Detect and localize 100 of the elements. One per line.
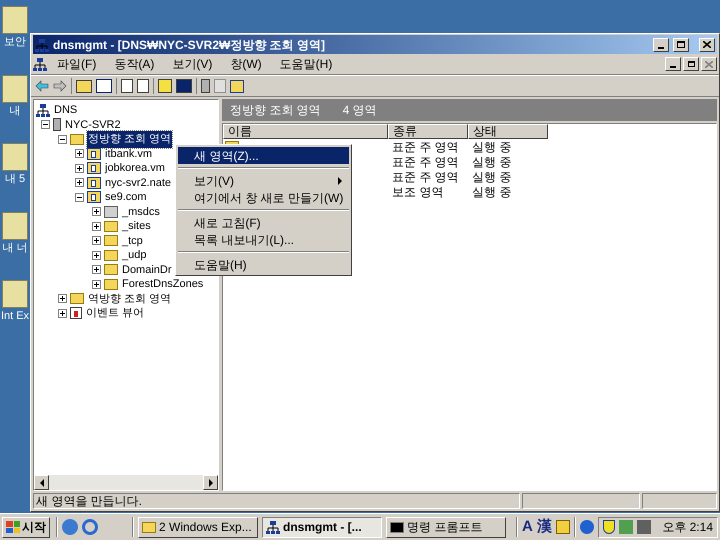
close-x-icon <box>705 60 713 68</box>
folder-icon <box>104 235 118 246</box>
context-menu-item[interactable]: 도움말(H) <box>178 256 349 273</box>
expand-toggle[interactable] <box>92 250 101 260</box>
zone-folder-icon <box>87 191 101 204</box>
server-icon <box>53 118 61 132</box>
table-cell-text: 실행 중 <box>471 138 512 156</box>
table-cell-text: 실행 중 <box>471 154 512 170</box>
tree-item[interactable]: 이벤트 뷰어 <box>85 305 146 322</box>
tree-item[interactable]: se9.com <box>104 189 148 206</box>
close-button[interactable] <box>699 38 715 52</box>
windows-logo-icon <box>6 521 20 533</box>
tree-item[interactable]: 정방향 조회 영역 <box>87 131 172 148</box>
folder-icon <box>104 278 118 290</box>
taskbar-button[interactable]: dnsmgmt - [... <box>262 516 382 538</box>
window-title: dnsmgmt - [DNS₩NYC-SVR2₩정방향 조회 영역] <box>53 36 326 54</box>
shield-icon[interactable] <box>602 520 615 534</box>
desktop-icon-label[interactable]: 보안 <box>4 34 26 50</box>
expand-toggle[interactable] <box>58 294 67 304</box>
input-mode-indicator[interactable]: A <box>522 516 533 538</box>
tree-item[interactable]: nyc-svr2.nate <box>104 174 172 191</box>
collapse-toggle[interactable] <box>75 192 84 202</box>
expand-toggle[interactable] <box>75 149 84 158</box>
column-header[interactable]: 종류 <box>388 124 468 139</box>
clock: 오후 2:14 <box>662 519 713 536</box>
expand-toggle[interactable] <box>92 265 101 274</box>
scroll-left-button[interactable] <box>34 475 49 490</box>
context-menu-item[interactable]: 보기(V) <box>178 172 349 189</box>
folder-icon <box>70 134 84 145</box>
horizontal-scrollbar[interactable] <box>34 475 218 490</box>
input-mode-indicator[interactable]: 漢 <box>536 516 552 538</box>
status-bar: 새 영역을 만듭니다. <box>33 493 520 509</box>
pane-title: 정방향 조회 영역 <box>230 102 321 119</box>
desktop-icon-label[interactable]: 내 5 <box>4 171 26 188</box>
context-menu-item[interactable]: 새 영역(Z)... <box>178 147 349 164</box>
tree-item[interactable]: 역방향 조회 영역 <box>87 290 172 307</box>
table-cell-text: 실행 중 <box>471 184 512 200</box>
server-icon[interactable] <box>201 79 210 93</box>
tree-item[interactable]: NYC-SVR2 <box>64 116 122 133</box>
expand-toggle[interactable] <box>75 164 84 173</box>
tree-item[interactable]: jobkorea.vm <box>104 160 166 176</box>
close-button[interactable] <box>701 57 717 71</box>
folder-icon <box>104 250 118 261</box>
table-cell-text: 표준 주 영역 <box>391 154 460 170</box>
tree-item[interactable]: itbank.vm <box>104 146 154 162</box>
table-cell-text: 표준 주 영역 <box>391 138 460 156</box>
tree-item[interactable]: _tcp <box>121 232 144 249</box>
table-cell-text: 실행 중 <box>471 168 512 186</box>
collapse-toggle[interactable] <box>41 120 50 130</box>
expand-toggle[interactable] <box>92 222 101 231</box>
folder-icon <box>104 220 118 232</box>
folder-icon <box>142 522 156 532</box>
context-menu-item[interactable]: 새로 고침(F) <box>178 214 349 231</box>
menu-item[interactable]: 동작(A) <box>106 55 162 73</box>
expand-toggle[interactable] <box>92 207 101 216</box>
taskbar-button[interactable]: 명령 프롬프트 <box>386 516 506 538</box>
item-count: 4 영역 <box>342 102 377 119</box>
console-icon <box>390 522 404 532</box>
expand-toggle[interactable] <box>92 236 101 246</box>
forward-arrow-icon[interactable] <box>53 80 67 92</box>
desktop-icon-label[interactable]: 내 <box>10 102 20 119</box>
minimize-button[interactable] <box>653 38 669 52</box>
menu-item[interactable]: 창(W) <box>222 55 270 73</box>
menu-item[interactable]: 파일(F) <box>49 55 104 73</box>
folder-icon <box>104 264 118 276</box>
zone-folder-icon <box>87 176 101 189</box>
zone-folder-icon <box>87 162 101 174</box>
maximize-button[interactable] <box>673 38 689 52</box>
tree-item[interactable]: _udp <box>121 247 148 264</box>
start-button[interactable]: 시작 <box>2 516 50 538</box>
zone-folder-icon <box>104 206 118 218</box>
tree-item[interactable]: DomainDr <box>121 262 173 278</box>
expand-toggle[interactable] <box>75 178 84 188</box>
collapse-toggle[interactable] <box>58 134 67 144</box>
tree-item[interactable]: ForestDnsZones <box>121 276 204 292</box>
triangle-right-icon <box>208 478 214 486</box>
close-x-icon <box>703 41 711 48</box>
column-header[interactable]: 이름 <box>223 124 388 139</box>
menu-item[interactable]: 도움말(H) <box>272 55 340 73</box>
triangle-left-icon <box>38 478 44 486</box>
zone-folder-icon <box>87 148 101 160</box>
context-menu-item[interactable]: 목록 내보내기(L)... <box>178 231 349 248</box>
tree-item[interactable]: _sites <box>121 218 152 234</box>
restore-button[interactable] <box>683 57 699 71</box>
folder-icon <box>70 293 84 304</box>
scroll-right-button[interactable] <box>203 475 218 490</box>
desktop-icon-label[interactable]: 내 너 <box>2 240 28 256</box>
submenu-arrow-icon <box>337 176 343 184</box>
back-arrow-icon[interactable] <box>35 80 49 92</box>
column-header[interactable]: 상태 <box>468 124 548 139</box>
expand-toggle[interactable] <box>92 280 101 289</box>
desktop-icon-label[interactable]: Int Ex <box>0 308 30 324</box>
tree-item[interactable]: _msdcs <box>121 204 161 220</box>
taskbar-button[interactable]: 2 Windows Exp... <box>138 516 258 538</box>
table-cell-text: 보조 영역 <box>391 184 444 200</box>
minimize-button[interactable] <box>665 57 681 71</box>
context-menu-item[interactable]: 여기에서 창 새로 만들기(W) <box>178 189 349 206</box>
tree-item[interactable]: DNS <box>53 102 78 118</box>
expand-toggle[interactable] <box>58 308 67 318</box>
menu-item[interactable]: 보기(V) <box>164 55 220 73</box>
